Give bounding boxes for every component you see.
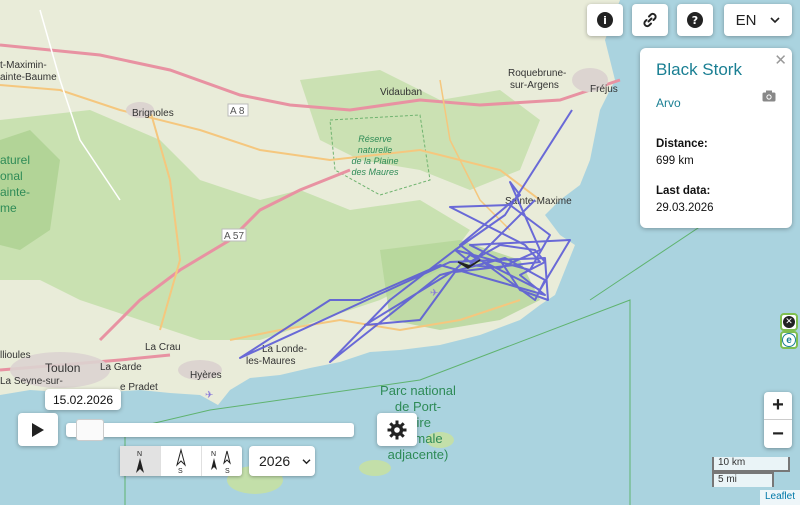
label-frejus: Fréjus — [590, 84, 618, 95]
label-brignoles: Brignoles — [132, 108, 174, 119]
year-select[interactable]: 2026 — [249, 446, 315, 476]
label-park-left-1: aturel — [0, 153, 30, 167]
orientation-north-button[interactable]: N — [120, 446, 161, 476]
label-a57: A 57 — [224, 231, 244, 242]
label-sainte-baume: ainte-Baume — [0, 72, 57, 83]
airport-icon: ✈ — [205, 390, 213, 401]
chevron-down-icon — [302, 458, 311, 464]
island — [359, 460, 391, 476]
scale-imperial: 5 mi — [712, 472, 774, 487]
north-south-arrows-icon: N S — [211, 450, 231, 474]
help-icon: ? — [687, 12, 703, 28]
last-data-value: 29.03.2026 — [656, 202, 714, 214]
animal-name-link[interactable]: Arvo — [656, 96, 776, 110]
label-a8: A 8 — [230, 106, 245, 117]
label-la-londe-2: les-Maures — [246, 356, 295, 367]
label-reserve-4: des Maures — [351, 167, 399, 177]
share-link-button[interactable] — [632, 4, 668, 36]
label-ollioules: llioules — [0, 350, 31, 361]
language-value: EN — [735, 11, 757, 29]
distance-label: Distance: — [656, 138, 708, 150]
play-icon — [32, 422, 44, 437]
zoom-in-button[interactable]: + — [764, 392, 792, 420]
svg-text:N: N — [211, 451, 216, 458]
year-value: 2026 — [259, 453, 291, 469]
orientation-both-button[interactable]: N S — [202, 446, 242, 476]
svg-text:N: N — [137, 451, 142, 458]
e-icon: e — [782, 333, 796, 347]
zoom-control: + − — [764, 392, 792, 448]
label-toulon: Toulon — [45, 361, 80, 375]
info-button[interactable]: i — [587, 4, 623, 36]
current-date-tooltip: 15.02.2026 — [45, 389, 122, 410]
label-roquebrune: Roquebrune- — [508, 68, 566, 79]
label-le-pradet: e Pradet — [120, 382, 158, 393]
label-la-seyne: La Seyne-sur- — [0, 376, 63, 387]
play-button[interactable] — [18, 413, 58, 446]
label-parc-national-2: de Port- — [395, 399, 441, 414]
label-parc-national-1: Parc national — [380, 383, 456, 398]
label-hyeres: Hyères — [190, 370, 222, 381]
gear-icon — [387, 420, 407, 439]
attribution-link[interactable]: Leaflet — [759, 490, 800, 505]
label-reserve-3: de la Plaine — [351, 156, 398, 166]
chevron-down-icon — [770, 17, 780, 24]
svg-text:S: S — [225, 468, 230, 474]
close-icon[interactable]: ✕ — [774, 51, 787, 69]
label-vidauban: Vidauban — [380, 87, 422, 98]
zoom-out-button[interactable]: − — [764, 420, 792, 448]
label-reserve-1: Réserve — [358, 134, 392, 144]
label-park-left-2: onal — [0, 169, 23, 183]
orientation-toggle-group: N S N S — [120, 446, 242, 476]
distance-value: 699 km — [656, 155, 694, 167]
label-saint-maximin: t-Maximin- — [0, 60, 47, 71]
south-arrow-icon: S — [176, 448, 186, 474]
north-arrow-icon: N — [136, 451, 144, 473]
animal-species: Black Stork — [656, 60, 742, 79]
close-circle-icon: ✕ — [783, 316, 795, 328]
label-la-crau: La Crau — [145, 342, 181, 353]
last-data-label: Last data: — [656, 185, 711, 197]
timeline-slider-handle[interactable] — [75, 419, 104, 441]
language-select[interactable]: EN — [724, 4, 792, 36]
help-button[interactable]: ? — [677, 4, 713, 36]
label-la-garde: La Garde — [100, 362, 142, 373]
label-sur-argens: sur-Argens — [510, 80, 559, 91]
link-icon — [643, 12, 657, 28]
scale-metric: 10 km — [712, 457, 790, 472]
label-reserve-2: naturelle — [358, 145, 393, 155]
airport-icon: ✈ — [430, 288, 438, 299]
animal-info-panel: ✕ Black Stork Arvo Distance: 699 km Last… — [640, 48, 792, 228]
label-parc-national-5: adjacente) — [388, 447, 449, 462]
camera-icon[interactable] — [762, 90, 776, 102]
extension-button[interactable]: e — [780, 331, 798, 349]
svg-text:S: S — [178, 468, 183, 474]
timeline-slider[interactable] — [66, 423, 354, 437]
label-park-left-4: me — [0, 201, 17, 215]
info-icon: i — [597, 12, 613, 28]
label-park-left-3: ainte- — [0, 185, 30, 199]
settings-button[interactable] — [377, 413, 417, 446]
close-overlay-button[interactable]: ✕ — [780, 313, 798, 331]
orientation-south-button[interactable]: S — [161, 446, 202, 476]
